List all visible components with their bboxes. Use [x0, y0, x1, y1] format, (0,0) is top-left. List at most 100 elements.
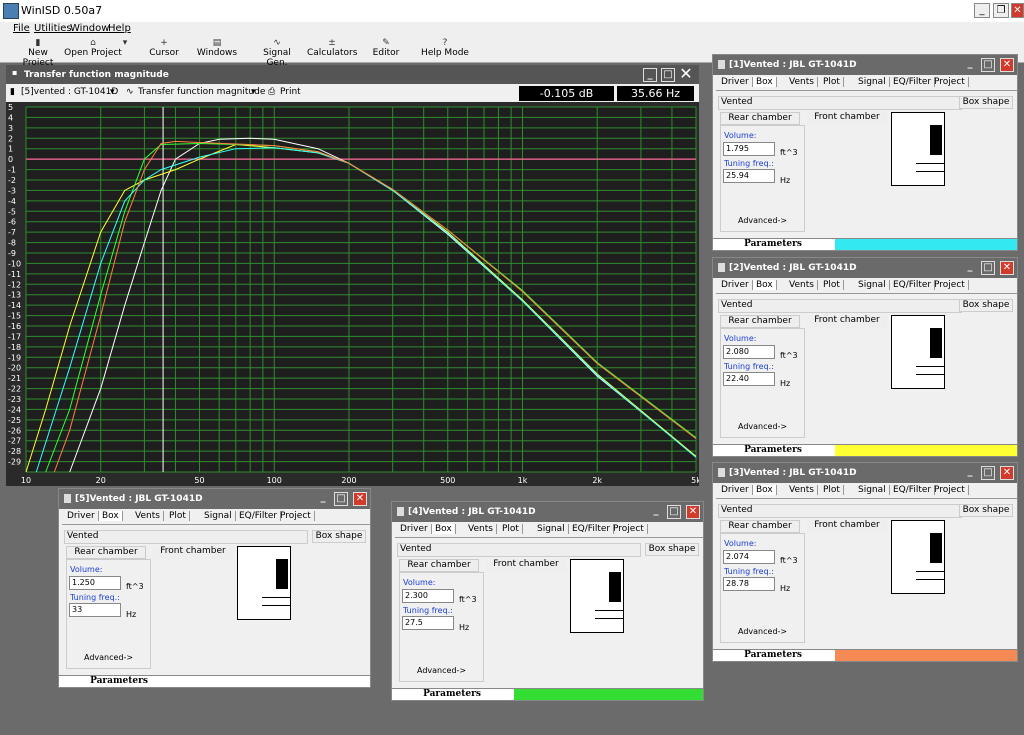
minimize-icon[interactable]: _ — [974, 3, 990, 18]
tab-signal[interactable]: Signal — [855, 485, 890, 495]
close-icon[interactable]: ✕ — [1000, 58, 1014, 72]
volume-input[interactable]: 2.074 — [723, 550, 775, 564]
close-icon[interactable]: ✕ — [1000, 466, 1014, 480]
tab-vents[interactable]: Vents — [786, 280, 818, 290]
chevron-down-icon[interactable]: ▾ — [251, 87, 256, 97]
maximize-icon[interactable]: □ — [334, 492, 348, 506]
tuning-input[interactable]: 27.5 — [402, 616, 454, 630]
close-icon[interactable]: ✕ — [679, 66, 693, 82]
tab-eqfilter[interactable]: EQ/Filter — [890, 280, 936, 290]
box-type-field[interactable]: Vented — [397, 543, 641, 557]
close-icon[interactable]: ✕ — [686, 505, 700, 519]
tab-box[interactable]: Box — [432, 524, 456, 534]
close-icon[interactable]: ✕ — [1011, 3, 1024, 18]
volume-input[interactable]: 1.250 — [69, 576, 121, 590]
tab-box[interactable]: Box — [753, 485, 777, 495]
tab-driver[interactable]: Driver — [718, 280, 753, 290]
box-type-field[interactable]: Vented — [718, 504, 962, 518]
tab-eqfilter[interactable]: EQ/Filter — [890, 485, 936, 495]
tab-driver[interactable]: Driver — [64, 511, 99, 521]
print-button[interactable]: Print — [280, 87, 301, 97]
tab-vents[interactable]: Vents — [786, 77, 818, 87]
advanced-button[interactable]: Advanced-> — [84, 653, 133, 662]
volume-input[interactable]: 2.300 — [402, 589, 454, 603]
editor-button[interactable]: ✎ Editor — [370, 38, 402, 58]
box-shape-button[interactable]: Box shape — [959, 504, 1013, 517]
chevron-down-icon[interactable]: ▾ — [110, 87, 115, 97]
maximize-icon[interactable]: □ — [661, 68, 675, 82]
tuning-input[interactable]: 28.78 — [723, 577, 775, 591]
tab-signal[interactable]: Signal — [201, 511, 236, 521]
tab-driver[interactable]: Driver — [397, 524, 432, 534]
front-chamber-tab[interactable]: Front chamber — [807, 520, 887, 533]
minimize-icon[interactable]: _ — [963, 261, 977, 275]
tab-vents[interactable]: Vents — [132, 511, 164, 521]
maximize-icon[interactable]: □ — [667, 505, 681, 519]
volume-input[interactable]: 2.080 — [723, 345, 775, 359]
tuning-input[interactable]: 33 — [69, 603, 121, 617]
box-shape-button[interactable]: Box shape — [959, 96, 1013, 109]
tab-signal[interactable]: Signal — [855, 280, 890, 290]
tuning-input[interactable]: 22.40 — [723, 372, 775, 386]
maximize-icon[interactable]: □ — [981, 261, 995, 275]
tab-project[interactable]: Project — [931, 280, 969, 290]
tab-eqfilter[interactable]: EQ/Filter — [890, 77, 936, 87]
maximize-icon[interactable]: □ — [981, 466, 995, 480]
open-project-dropdown[interactable]: ▾ — [121, 38, 129, 48]
box-type-field[interactable]: Vented — [64, 530, 308, 544]
rear-chamber-tab[interactable]: Rear chamber — [720, 520, 800, 533]
tab-project[interactable]: Project — [931, 485, 969, 495]
tab-box[interactable]: Box — [99, 511, 123, 521]
tab-project[interactable]: Project — [610, 524, 648, 534]
maximize-icon[interactable]: □ — [981, 58, 995, 72]
tab-driver[interactable]: Driver — [718, 485, 753, 495]
tab-plot[interactable]: Plot — [820, 485, 844, 495]
plot-mode-selector[interactable]: Transfer function magnitude — [138, 87, 265, 97]
tab-project[interactable]: Project — [931, 77, 969, 87]
volume-input[interactable]: 1.795 — [723, 142, 775, 156]
tab-eqfilter[interactable]: EQ/Filter — [569, 524, 615, 534]
minimize-icon[interactable]: _ — [643, 68, 657, 82]
transfer-function-chart[interactable]: 54 32 10 -1-2-3 -4-5 -6-7 -8-9-10 -11-12 -13-14 -… — [6, 102, 699, 486]
rear-chamber-tab[interactable]: Rear chamber — [399, 559, 479, 572]
front-chamber-tab[interactable]: Front chamber — [153, 546, 233, 559]
restore-icon[interactable]: ❐ — [993, 3, 1009, 18]
cursor-button[interactable]: + Cursor — [146, 38, 182, 58]
menu-file[interactable]: File — [13, 23, 30, 34]
calculators-button[interactable]: ± Calculators — [307, 38, 357, 58]
menu-window[interactable]: Window — [70, 23, 109, 34]
help-mode-button[interactable]: ? Help Mode — [421, 38, 469, 58]
box-shape-button[interactable]: Box shape — [959, 299, 1013, 312]
project-selector[interactable]: [5]vented : GT-1041D — [21, 87, 118, 97]
menu-help[interactable]: Help — [108, 23, 131, 34]
rear-chamber-tab[interactable]: Rear chamber — [720, 315, 800, 328]
rear-chamber-tab[interactable]: Rear chamber — [720, 112, 800, 125]
tab-plot[interactable]: Plot — [820, 77, 844, 87]
front-chamber-tab[interactable]: Front chamber — [807, 315, 887, 328]
advanced-button[interactable]: Advanced-> — [417, 666, 466, 675]
new-project-button[interactable]: ▮ New Project — [14, 38, 62, 68]
advanced-button[interactable]: Advanced-> — [738, 627, 787, 636]
rear-chamber-tab[interactable]: Rear chamber — [66, 546, 146, 559]
tab-box[interactable]: Box — [753, 77, 777, 87]
minimize-icon[interactable]: _ — [963, 466, 977, 480]
close-icon[interactable]: ✕ — [353, 492, 367, 506]
tab-plot[interactable]: Plot — [166, 511, 190, 521]
tab-plot[interactable]: Plot — [820, 280, 844, 290]
minimize-icon[interactable]: _ — [963, 58, 977, 72]
tab-eqfilter[interactable]: EQ/Filter — [236, 511, 282, 521]
box-shape-button[interactable]: Box shape — [312, 530, 366, 543]
tab-box[interactable]: Box — [753, 280, 777, 290]
open-project-button[interactable]: ⌂ Open Project — [64, 38, 122, 58]
minimize-icon[interactable]: _ — [316, 492, 330, 506]
front-chamber-tab[interactable]: Front chamber — [807, 112, 887, 125]
signal-gen-button[interactable]: ∿ Signal Gen. — [253, 38, 301, 68]
tab-driver[interactable]: Driver — [718, 77, 753, 87]
tab-plot[interactable]: Plot — [499, 524, 523, 534]
advanced-button[interactable]: Advanced-> — [738, 422, 787, 431]
tab-project[interactable]: Project — [277, 511, 315, 521]
box-type-field[interactable]: Vented — [718, 96, 962, 110]
tab-signal[interactable]: Signal — [855, 77, 890, 87]
tuning-input[interactable]: 25.94 — [723, 169, 775, 183]
tab-vents[interactable]: Vents — [786, 485, 818, 495]
